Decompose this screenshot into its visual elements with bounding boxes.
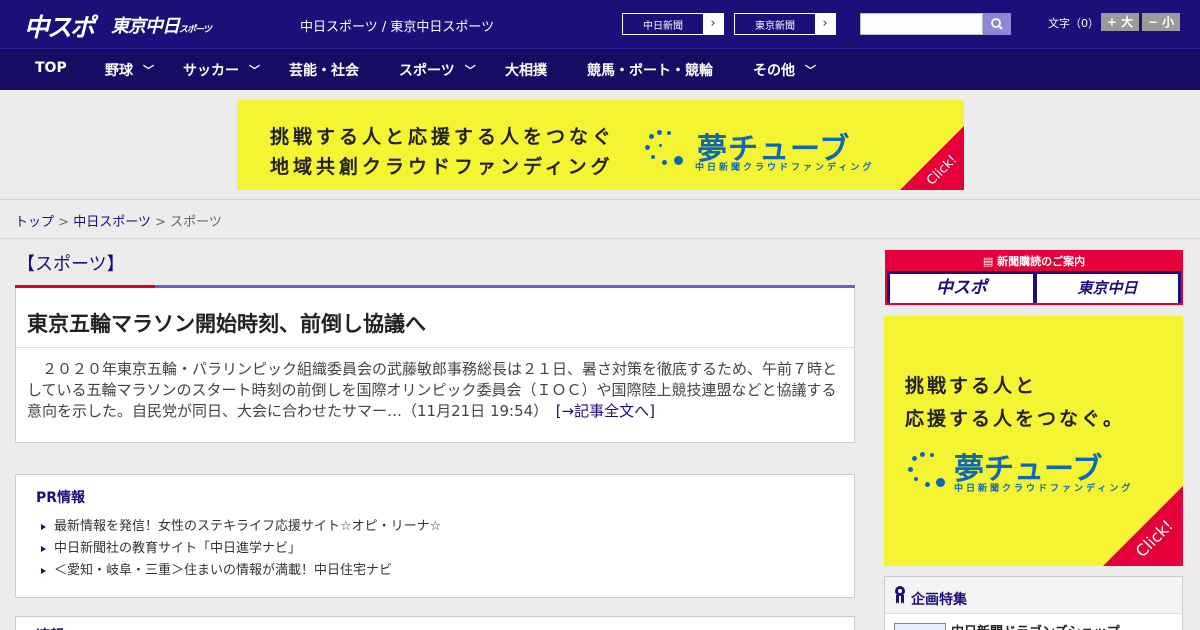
- subscription-header-label: 新聞購読のご案内: [997, 255, 1086, 268]
- breaking-news-box: 速報: [15, 616, 855, 630]
- pr-link-label: ＜愛知・岐阜・三重＞住まいの情報が満載！中日住宅ナビ: [54, 563, 393, 578]
- ad-line-1: 挑戦する人と: [905, 375, 1038, 397]
- text-smaller-button[interactable]: − 小: [1142, 13, 1180, 31]
- crowdfunding-banner-ad[interactable]: 挑戦する人と応援する人をつなぐ 地域共創クラウドファンディング 夢チューブ 中日…: [237, 100, 964, 190]
- subscription-box: ▤ 新聞購読のご案内 中スポ 東京中日: [885, 250, 1183, 305]
- pr-link-opirina[interactable]: 最新情報を発信！女性のステキライフ応援サイト☆オピ・リーナ☆: [40, 516, 441, 538]
- tokyo-shimbun-link[interactable]: 東京新聞 ›: [734, 13, 836, 35]
- article-headline[interactable]: 東京五輪マラソン開始時刻、前倒し協議へ: [27, 312, 426, 336]
- search-button[interactable]: [983, 13, 1011, 35]
- chevron-down-icon: ﹀: [805, 64, 816, 77]
- nav-item-label: サッカー: [183, 63, 239, 79]
- chevron-right-icon: ›: [703, 14, 723, 34]
- ribbon-icon: [895, 586, 905, 604]
- divider: [0, 238, 1200, 239]
- feature-box: 企画特集 中日新聞ドラゴンズショップ: [884, 576, 1183, 630]
- chevron-down-icon: ﹀: [143, 64, 154, 77]
- chevron-down-icon: ﹀: [249, 64, 260, 77]
- nav-item-label: 大相撲: [505, 63, 547, 79]
- chunichi-shimbun-link[interactable]: 中日新聞 ›: [622, 13, 724, 35]
- breaking-news-title: 速報: [36, 625, 64, 630]
- nav-item-sumo[interactable]: 大相撲: [505, 60, 547, 80]
- nav-item-label: その他: [753, 63, 795, 79]
- nav-item-sports[interactable]: スポーツ ﹀: [399, 60, 476, 80]
- subscribe-chuspo-button[interactable]: 中スポ: [890, 274, 1033, 303]
- nav-item-racing[interactable]: 競馬・ボート・競輪: [587, 60, 713, 80]
- breadcrumb-current: スポーツ: [170, 215, 222, 230]
- tokyo-chunichi-logo-text: 東京中日: [111, 16, 180, 37]
- pr-link-shingaku-navi[interactable]: 中日新聞社の教育サイト「中日進学ナビ」: [40, 538, 441, 560]
- nav-item-label: 競馬・ボート・競輪: [587, 63, 713, 79]
- pr-title: PR情報: [36, 490, 86, 506]
- nav-item-other[interactable]: その他 ﹀: [753, 60, 816, 80]
- nav-item-label: スポーツ: [399, 63, 455, 79]
- newspaper-icon: ▤: [982, 255, 998, 268]
- pr-info-box: PR情報 最新情報を発信！女性のステキライフ応援サイト☆オピ・リーナ☆ 中日新聞…: [15, 474, 855, 598]
- pr-list: 最新情報を発信！女性のステキライフ応援サイト☆オピ・リーナ☆ 中日新聞社の教育サ…: [40, 516, 441, 582]
- breadcrumb-separator: >: [150, 215, 171, 230]
- chunichi-shimbun-label: 中日新聞: [643, 21, 683, 32]
- feature-item[interactable]: 中日新聞ドラゴンズショップ: [885, 613, 1182, 630]
- text-size-label: 文字（0）: [1048, 17, 1099, 30]
- nav-item-baseball[interactable]: 野球 ﹀: [105, 60, 154, 80]
- tokyo-chunichi-sports-logo[interactable]: 東京中日スポーツ: [111, 12, 212, 38]
- site-title-link[interactable]: 中日スポーツ / 東京中日スポーツ: [300, 16, 494, 35]
- pr-link-jutaku-navi[interactable]: ＜愛知・岐阜・三重＞住まいの情報が満載！中日住宅ナビ: [40, 560, 441, 582]
- pr-link-label: 最新情報を発信！女性のステキライフ応援サイト☆オピ・リーナ☆: [54, 519, 442, 534]
- breadcrumb-home[interactable]: トップ: [15, 215, 54, 230]
- breadcrumb-separator: >: [54, 215, 74, 230]
- chevron-down-icon: ﹀: [464, 64, 476, 77]
- text-larger-button[interactable]: + 大: [1101, 13, 1139, 31]
- feature-item-label: 中日新聞ドラゴンズショップ: [951, 621, 1120, 630]
- nav-item-label: 芸能・社会: [289, 63, 359, 79]
- top-bar: 中スポ 東京中日スポーツ 中日スポーツ / 東京中日スポーツ 中日新聞 › 東京…: [0, 0, 1200, 48]
- subscription-header: ▤ 新聞購読のご案内: [887, 252, 1181, 271]
- sidebar-crowdfunding-ad[interactable]: 挑戦する人と 応援する人をつなぐ。 夢チューブ 中日新聞クラウドファンディング …: [884, 316, 1183, 566]
- nav-item-label: 野球: [105, 63, 133, 79]
- nav-item-entertainment[interactable]: 芸能・社会: [289, 60, 359, 80]
- ad-line-2: 応援する人をつなぐ。: [905, 408, 1126, 430]
- pr-link-label: 中日新聞社の教育サイト「中日進学ナビ」: [54, 541, 302, 556]
- nav-item-soccer[interactable]: サッカー ﹀: [183, 60, 260, 80]
- search-icon: [991, 18, 1003, 30]
- section-title: 【スポーツ】: [17, 254, 125, 275]
- subscribe-tokyo-chunichi-button[interactable]: 東京中日: [1037, 274, 1178, 303]
- feature-title: 企画特集: [911, 592, 967, 608]
- nav-item-top[interactable]: TOP: [35, 60, 67, 76]
- feature-thumbnail: [894, 623, 946, 630]
- chevron-right-icon: ›: [815, 14, 835, 34]
- tokyo-chunichi-logo-suffix: スポーツ: [179, 25, 212, 35]
- tokyo-shimbun-label: 東京新聞: [755, 21, 795, 32]
- article-body: ２０２０年東京五輪・パラリンピック組織委員会の武藤敏郎事務総長は２１日、暑さ対策…: [27, 360, 838, 420]
- article-summary: ２０２０年東京五輪・パラリンピック組織委員会の武藤敏郎事務総長は２１日、暑さ対策…: [27, 359, 847, 422]
- search-input[interactable]: [860, 13, 983, 35]
- chunichi-sports-logo[interactable]: 中スポ: [24, 8, 95, 44]
- banner-line-2: 地域共創クラウドファンディング: [270, 156, 614, 178]
- nav-item-label: TOP: [35, 60, 67, 76]
- breadcrumb: トップ > 中日スポーツ > スポーツ: [15, 211, 222, 230]
- breadcrumb-parent[interactable]: 中日スポーツ: [73, 215, 151, 230]
- banner-brand-sub: 中日新聞クラウドファンディング: [695, 163, 875, 173]
- divider: [16, 347, 854, 348]
- read-more-link[interactable]: [→記事全文へ]: [556, 402, 655, 420]
- main-navigation: TOP 野球 ﹀ サッカー ﹀ 芸能・社会 スポーツ ﹀ 大相撲 競馬・ボート・競輪 …: [0, 48, 1200, 90]
- banner-line-1: 挑戦する人と応援する人をつなぐ: [270, 126, 616, 148]
- article-card: 東京五輪マラソン開始時刻、前倒し協議へ ２０２０年東京五輪・パラリンピック組織委…: [15, 288, 855, 443]
